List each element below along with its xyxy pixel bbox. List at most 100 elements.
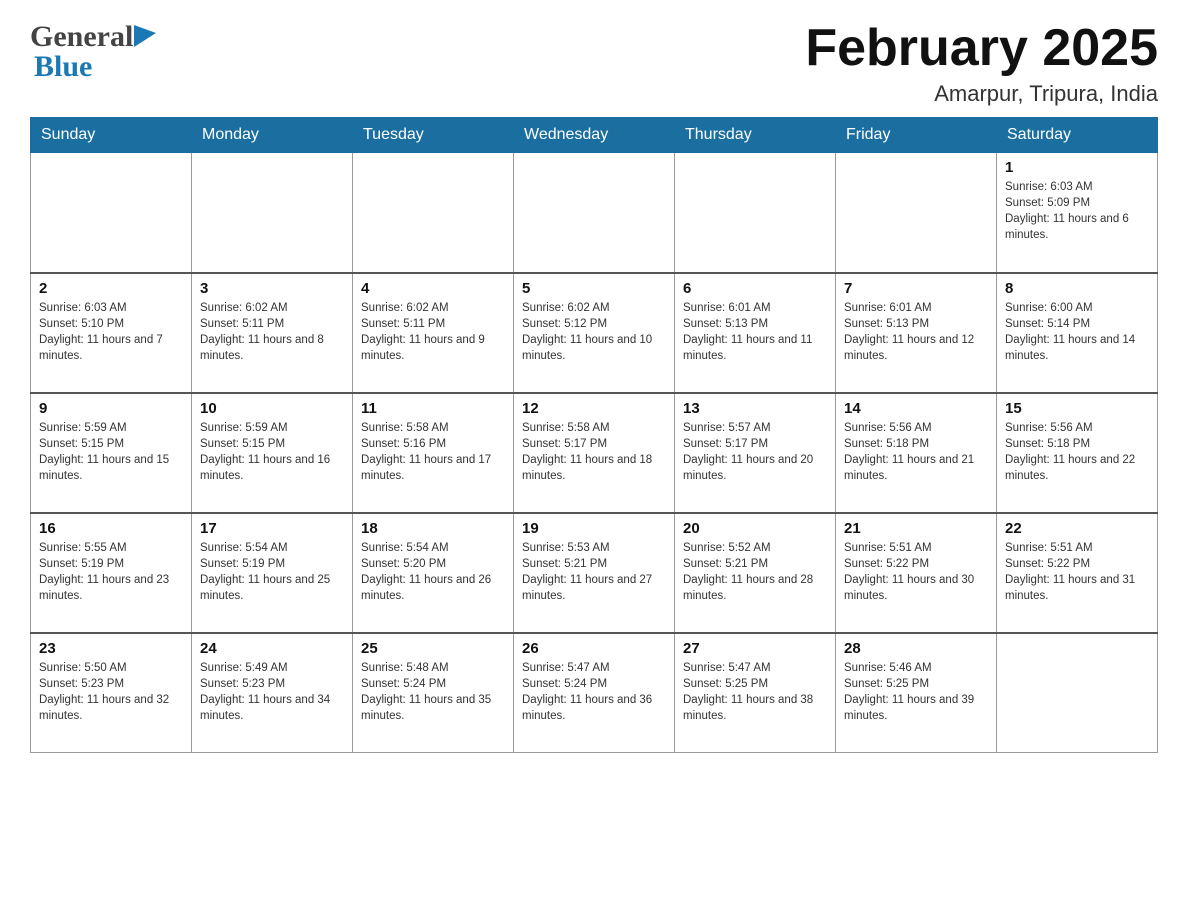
day-number: 5 — [522, 280, 666, 297]
day-number: 25 — [361, 640, 505, 657]
table-row: 8 Sunrise: 6:00 AMSunset: 5:14 PMDaylight… — [997, 273, 1158, 393]
day-info: Sunrise: 6:01 AMSunset: 5:13 PMDaylight:… — [844, 300, 988, 364]
table-row — [31, 153, 192, 273]
day-number: 12 — [522, 400, 666, 417]
table-row: 13 Sunrise: 5:57 AMSunset: 5:17 PMDayligh… — [675, 393, 836, 513]
calendar-week-3: 9 Sunrise: 5:59 AMSunset: 5:15 PMDaylight… — [31, 393, 1158, 513]
table-row: 19 Sunrise: 5:53 AMSunset: 5:21 PMDayligh… — [514, 513, 675, 633]
logo: General Blue — [30, 20, 156, 84]
day-info: Sunrise: 5:46 AMSunset: 5:25 PMDaylight:… — [844, 660, 988, 724]
calendar-table: Sunday Monday Tuesday Wednesday Thursday… — [30, 117, 1158, 753]
day-info: Sunrise: 5:51 AMSunset: 5:22 PMDaylight:… — [844, 540, 988, 604]
table-row: 9 Sunrise: 5:59 AMSunset: 5:15 PMDaylight… — [31, 393, 192, 513]
day-info: Sunrise: 6:03 AMSunset: 5:10 PMDaylight:… — [39, 300, 183, 364]
day-number: 23 — [39, 640, 183, 657]
day-number: 3 — [200, 280, 344, 297]
day-info: Sunrise: 5:59 AMSunset: 5:15 PMDaylight:… — [200, 420, 344, 484]
day-number: 24 — [200, 640, 344, 657]
day-info: Sunrise: 5:56 AMSunset: 5:18 PMDaylight:… — [1005, 420, 1149, 484]
day-number: 27 — [683, 640, 827, 657]
day-number: 9 — [39, 400, 183, 417]
col-wednesday: Wednesday — [514, 118, 675, 153]
calendar-week-4: 16 Sunrise: 5:55 AMSunset: 5:19 PMDayligh… — [31, 513, 1158, 633]
calendar-week-5: 23 Sunrise: 5:50 AMSunset: 5:23 PMDayligh… — [31, 633, 1158, 753]
day-number: 22 — [1005, 520, 1149, 537]
day-info: Sunrise: 5:50 AMSunset: 5:23 PMDaylight:… — [39, 660, 183, 724]
day-info: Sunrise: 5:58 AMSunset: 5:16 PMDaylight:… — [361, 420, 505, 484]
day-info: Sunrise: 6:03 AMSunset: 5:09 PMDaylight:… — [1005, 179, 1149, 243]
day-number: 11 — [361, 400, 505, 417]
col-thursday: Thursday — [675, 118, 836, 153]
day-info: Sunrise: 6:02 AMSunset: 5:12 PMDaylight:… — [522, 300, 666, 364]
location: Amarpur, Tripura, India — [805, 81, 1158, 107]
table-row: 21 Sunrise: 5:51 AMSunset: 5:22 PMDayligh… — [836, 513, 997, 633]
table-row: 26Sunrise: 5:47 AMSunset: 5:24 PMDayligh… — [514, 633, 675, 753]
table-row: 3Sunrise: 6:02 AMSunset: 5:11 PMDaylight… — [192, 273, 353, 393]
day-info: Sunrise: 5:54 AMSunset: 5:20 PMDaylight:… — [361, 540, 505, 604]
col-monday: Monday — [192, 118, 353, 153]
col-friday: Friday — [836, 118, 997, 153]
day-number: 19 — [522, 520, 666, 537]
calendar-week-1: 1 Sunrise: 6:03 AMSunset: 5:09 PMDaylight… — [31, 153, 1158, 273]
day-number: 14 — [844, 400, 988, 417]
table-row: 7Sunrise: 6:01 AMSunset: 5:13 PMDaylight… — [836, 273, 997, 393]
day-info: Sunrise: 5:53 AMSunset: 5:21 PMDaylight:… — [522, 540, 666, 604]
day-number: 4 — [361, 280, 505, 297]
day-number: 16 — [39, 520, 183, 537]
day-info: Sunrise: 6:02 AMSunset: 5:11 PMDaylight:… — [361, 300, 505, 364]
day-info: Sunrise: 5:56 AMSunset: 5:18 PMDaylight:… — [844, 420, 988, 484]
logo-general-text: General — [30, 20, 133, 54]
table-row: 25 Sunrise: 5:48 AMSunset: 5:24 PMDayligh… — [353, 633, 514, 753]
day-number: 6 — [683, 280, 827, 297]
table-row: 16 Sunrise: 5:55 AMSunset: 5:19 PMDayligh… — [31, 513, 192, 633]
table-row: 15 Sunrise: 5:56 AMSunset: 5:18 PMDayligh… — [997, 393, 1158, 513]
logo-flag-icon — [134, 25, 156, 47]
month-title: February 2025 — [805, 20, 1158, 77]
table-row: 24 Sunrise: 5:49 AMSunset: 5:23 PMDayligh… — [192, 633, 353, 753]
table-row: 22 Sunrise: 5:51 AMSunset: 5:22 PMDayligh… — [997, 513, 1158, 633]
calendar-header-row: Sunday Monday Tuesday Wednesday Thursday… — [31, 118, 1158, 153]
table-row: 10 Sunrise: 5:59 AMSunset: 5:15 PMDayligh… — [192, 393, 353, 513]
page-header: General Blue February 2025 Amarpur, Trip… — [30, 20, 1158, 107]
table-row — [836, 153, 997, 273]
day-info: Sunrise: 5:51 AMSunset: 5:22 PMDaylight:… — [1005, 540, 1149, 604]
day-info: Sunrise: 6:00 AMSunset: 5:14 PMDaylight:… — [1005, 300, 1149, 364]
day-info: Sunrise: 5:47 AMSunset: 5:25 PMDaylight:… — [683, 660, 827, 724]
table-row: 4 Sunrise: 6:02 AMSunset: 5:11 PMDaylight… — [353, 273, 514, 393]
day-info: Sunrise: 5:55 AMSunset: 5:19 PMDaylight:… — [39, 540, 183, 604]
calendar-week-2: 2 Sunrise: 6:03 AMSunset: 5:10 PMDaylight… — [31, 273, 1158, 393]
day-number: 2 — [39, 280, 183, 297]
day-number: 18 — [361, 520, 505, 537]
col-tuesday: Tuesday — [353, 118, 514, 153]
day-info: Sunrise: 5:57 AMSunset: 5:17 PMDaylight:… — [683, 420, 827, 484]
table-row — [353, 153, 514, 273]
day-info: Sunrise: 5:49 AMSunset: 5:23 PMDaylight:… — [200, 660, 344, 724]
table-row — [997, 633, 1158, 753]
day-number: 1 — [1005, 159, 1149, 176]
table-row: 27 Sunrise: 5:47 AMSunset: 5:25 PMDayligh… — [675, 633, 836, 753]
day-info: Sunrise: 5:52 AMSunset: 5:21 PMDaylight:… — [683, 540, 827, 604]
table-row: 11 Sunrise: 5:58 AMSunset: 5:16 PMDayligh… — [353, 393, 514, 513]
day-info: Sunrise: 5:58 AMSunset: 5:17 PMDaylight:… — [522, 420, 666, 484]
table-row: 20Sunrise: 5:52 AMSunset: 5:21 PMDayligh… — [675, 513, 836, 633]
table-row: 1 Sunrise: 6:03 AMSunset: 5:09 PMDaylight… — [997, 153, 1158, 273]
day-number: 8 — [1005, 280, 1149, 297]
day-number: 10 — [200, 400, 344, 417]
day-number: 26 — [522, 640, 666, 657]
table-row: 18 Sunrise: 5:54 AMSunset: 5:20 PMDayligh… — [353, 513, 514, 633]
day-number: 21 — [844, 520, 988, 537]
day-number: 13 — [683, 400, 827, 417]
table-row: 23 Sunrise: 5:50 AMSunset: 5:23 PMDayligh… — [31, 633, 192, 753]
day-info: Sunrise: 5:48 AMSunset: 5:24 PMDaylight:… — [361, 660, 505, 724]
day-info: Sunrise: 5:59 AMSunset: 5:15 PMDaylight:… — [39, 420, 183, 484]
day-number: 17 — [200, 520, 344, 537]
table-row: 17 Sunrise: 5:54 AMSunset: 5:19 PMDayligh… — [192, 513, 353, 633]
day-info: Sunrise: 5:54 AMSunset: 5:19 PMDaylight:… — [200, 540, 344, 604]
table-row: 14 Sunrise: 5:56 AMSunset: 5:18 PMDayligh… — [836, 393, 997, 513]
day-number: 15 — [1005, 400, 1149, 417]
col-saturday: Saturday — [997, 118, 1158, 153]
table-row: 2 Sunrise: 6:03 AMSunset: 5:10 PMDaylight… — [31, 273, 192, 393]
title-section: February 2025 Amarpur, Tripura, India — [805, 20, 1158, 107]
logo-blue-text: Blue — [34, 50, 92, 83]
table-row: 12 Sunrise: 5:58 AMSunset: 5:17 PMDayligh… — [514, 393, 675, 513]
